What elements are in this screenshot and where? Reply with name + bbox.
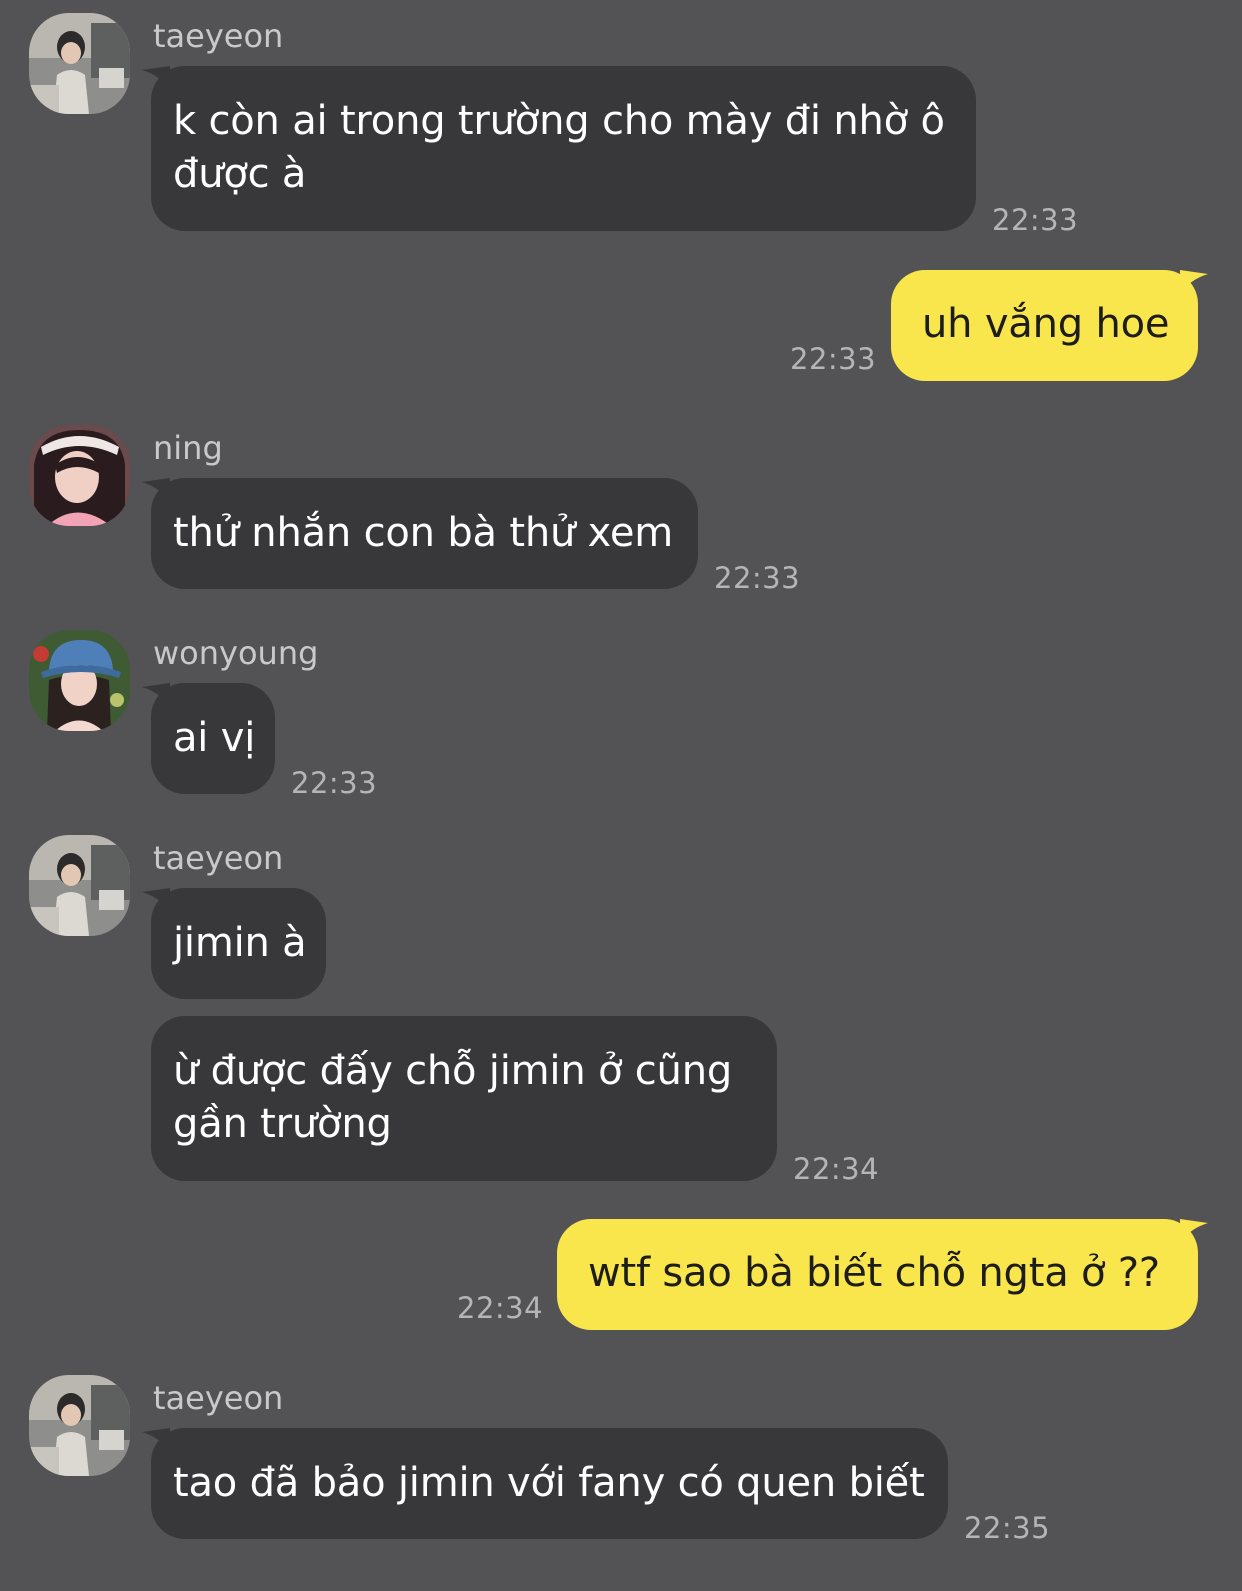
message-timestamp: 22:33	[992, 203, 1079, 237]
message-text: ừ được đấy chỗ jimin ở cũng	[173, 1048, 733, 1094]
message-timestamp: 22:33	[790, 342, 877, 376]
message-text: được à	[173, 151, 307, 197]
message-bubble[interactable]: wtf sao bà biết chỗ ngta ở ??	[557, 1219, 1198, 1330]
wonyoung-avatar-icon[interactable]	[29, 630, 130, 731]
message-timestamp: 22:33	[291, 766, 378, 800]
message-timestamp: 22:35	[964, 1511, 1051, 1545]
taeyeon-avatar-icon[interactable]	[29, 1375, 130, 1476]
message-bubble[interactable]: k còn ai trong trường cho mày đi nhờ ô đ…	[151, 66, 976, 231]
message-bubble[interactable]: jimin à	[151, 888, 326, 999]
ning-avatar-icon[interactable]	[29, 425, 130, 526]
message-timestamp: 22:33	[714, 561, 801, 595]
bubble-tail	[1180, 1219, 1208, 1245]
message-text: jimin à	[173, 920, 307, 966]
message-timestamp: 22:34	[457, 1291, 544, 1325]
message-text: gần trường	[173, 1101, 392, 1147]
sender-name: taeyeon	[153, 17, 284, 55]
message-text: uh vắng hoe	[922, 301, 1170, 347]
taeyeon-avatar-icon[interactable]	[29, 835, 130, 936]
sender-name: taeyeon	[153, 839, 284, 877]
chat-thread: taeyeon k còn ai trong trường cho mày đi…	[0, 0, 1242, 1591]
sender-name: ning	[153, 429, 223, 467]
sender-name: taeyeon	[153, 1379, 284, 1417]
message-bubble[interactable]: ai vị	[151, 683, 275, 794]
message-timestamp: 22:34	[793, 1152, 880, 1186]
sender-name: wonyoung	[153, 634, 319, 672]
message-text: ai vị	[173, 715, 256, 761]
message-text: k còn ai trong trường cho mày đi nhờ ô	[173, 98, 945, 144]
message-text: tao đã bảo jimin với fany có quen biết	[173, 1460, 925, 1506]
message-bubble[interactable]: ừ được đấy chỗ jimin ở cũng gần trường	[151, 1016, 777, 1181]
message-bubble[interactable]: tao đã bảo jimin với fany có quen biết	[151, 1428, 948, 1539]
message-text: wtf sao bà biết chỗ ngta ở ??	[588, 1250, 1160, 1296]
taeyeon-avatar-icon[interactable]	[29, 13, 130, 114]
message-text: thử nhắn con bà thử xem	[173, 510, 674, 556]
message-bubble[interactable]: thử nhắn con bà thử xem	[151, 478, 698, 589]
message-bubble[interactable]: uh vắng hoe	[891, 270, 1198, 381]
bubble-tail	[1180, 270, 1208, 296]
